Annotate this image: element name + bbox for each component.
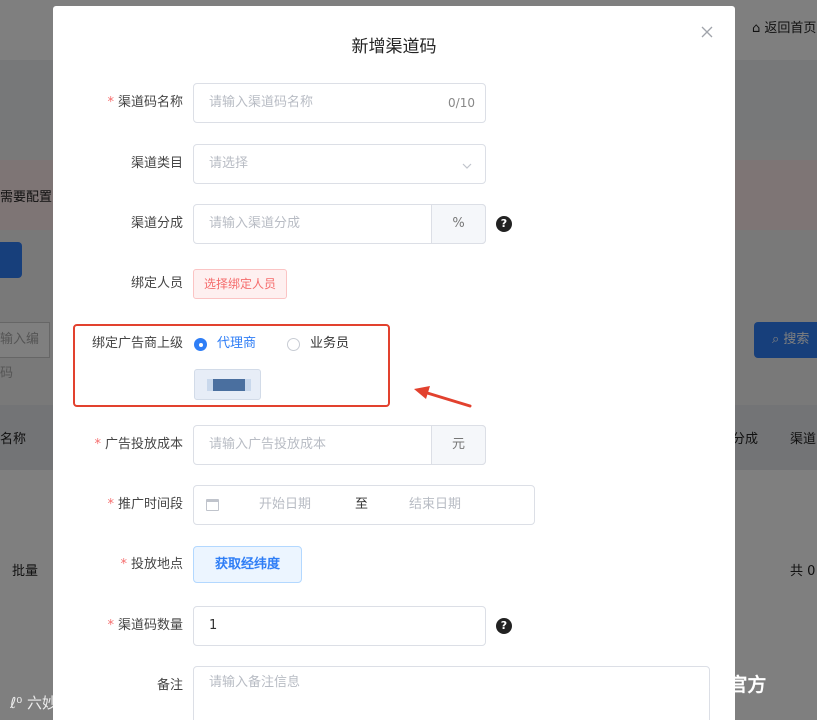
select-staff-button[interactable]: 选择绑定人员 — [193, 269, 288, 299]
name-label: * 渠道码名称 — [107, 95, 183, 110]
char-counter: 0/10 — [448, 96, 475, 110]
staff-label: 绑定人员 — [130, 276, 183, 291]
share-label: 渠道分成 — [130, 216, 183, 231]
category-label: 渠道类目 — [130, 156, 183, 171]
form-row-staff: 绑定人员 选择绑定人员 — [53, 264, 735, 304]
quantity-input[interactable]: 1 — [193, 606, 486, 646]
watermark-left: ℓ⁰ 六妙跨境 — [10, 694, 87, 712]
remark-textarea[interactable]: 请输入备注信息 — [193, 666, 710, 720]
form-row-share: 渠道分成 请输入渠道分成 % ? — [53, 204, 735, 244]
ad-cost-input[interactable]: 请输入广告投放成本 元 — [193, 425, 486, 465]
get-coordinates-button[interactable]: 获取经纬度 — [193, 546, 302, 583]
range-separator: 至 — [355, 497, 369, 512]
date-range-picker[interactable]: 开始日期 至 结束日期 — [193, 485, 535, 525]
form-row-category: 渠道类目 请选择 — [53, 144, 735, 184]
watermark-right: ◎ 龙兵官方 — [672, 674, 767, 696]
form-row-period: * 推广时间段 开始日期 至 结束日期 — [53, 485, 735, 525]
chevron-down-icon — [461, 157, 473, 176]
cost-label: * 广告投放成本 — [94, 437, 183, 452]
form-row-location: * 投放地点 获取经纬度 — [53, 545, 735, 585]
annotation-highlight-box — [73, 324, 390, 407]
wechat-icon: ◎ — [672, 677, 691, 695]
form-row-cost: * 广告投放成本 请输入广告投放成本 元 — [53, 425, 735, 465]
yuan-suffix: 元 — [431, 425, 486, 465]
period-label: * 推广时间段 — [107, 497, 183, 512]
category-select[interactable]: 请选择 — [193, 144, 486, 184]
location-label: * 投放地点 — [120, 557, 183, 572]
annotation-arrow-icon — [414, 386, 472, 408]
start-date[interactable]: 开始日期 — [259, 486, 311, 524]
quantity-label: * 渠道码数量 — [107, 618, 183, 633]
question-icon[interactable]: ? — [496, 216, 512, 232]
channel-name-input[interactable]: 请输入渠道码名称 0/10 — [193, 83, 486, 123]
form-row-remark: 备注 请输入备注信息 — [53, 666, 735, 720]
remark-label: 备注 — [156, 678, 183, 693]
percent-suffix: % — [431, 204, 486, 244]
end-date[interactable]: 结束日期 — [409, 486, 461, 524]
dialog-title: 新增渠道码 — [351, 37, 437, 57]
calendar-icon — [206, 499, 219, 511]
form-row-name: * 渠道码名称 请输入渠道码名称 0/10 — [53, 83, 735, 123]
form-row-quantity: * 渠道码数量 1 ? — [53, 606, 735, 646]
question-icon[interactable]: ? — [496, 618, 512, 634]
share-input[interactable]: 请输入渠道分成 % — [193, 204, 486, 244]
close-icon[interactable] — [699, 24, 715, 40]
